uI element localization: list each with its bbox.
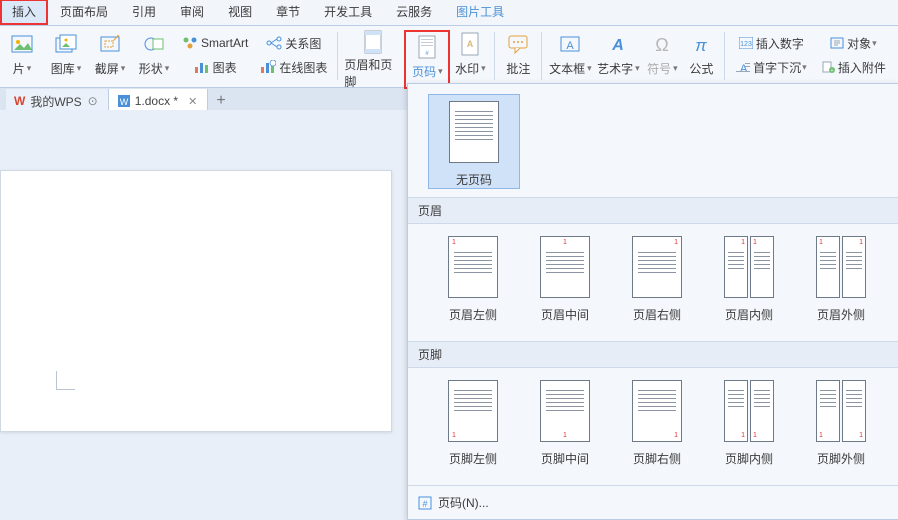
picture-icon [11, 30, 33, 58]
opt-footer-left[interactable]: 1 页脚左侧 [428, 380, 518, 467]
menu-tabs: 插入 页面布局 引用 审阅 视图 章节 开发工具 云服务 图片工具 [0, 0, 898, 26]
separator [541, 32, 542, 80]
opt-footer-outer[interactable]: 1 1 页脚外侧 [796, 380, 886, 467]
section-header-header: 页眉 [408, 197, 898, 224]
tab-cloud[interactable]: 云服务 [384, 0, 444, 25]
tab-devtools[interactable]: 开发工具 [312, 0, 384, 25]
cmd-watermark[interactable]: A 水印▾ [452, 30, 488, 83]
opt-footer-center[interactable]: 1 页脚中间 [520, 380, 610, 467]
opt-footer-right[interactable]: 1 页脚右侧 [612, 380, 702, 467]
object-icon [830, 37, 844, 49]
pagenum-more[interactable]: # 页码(N)... [408, 485, 898, 519]
onlinechart-icon [260, 60, 276, 74]
cmd-headerfooter[interactable]: 页眉和页脚 [344, 30, 402, 83]
cmd-object[interactable]: 对象▾ [826, 34, 881, 52]
wps-logo-icon: W [14, 94, 25, 108]
svg-text:A: A [612, 37, 625, 54]
symbol-icon: Ω [651, 30, 673, 58]
opt-none[interactable]: 无页码 [428, 94, 520, 189]
attach-icon: + [821, 61, 835, 73]
tab-view[interactable]: 视图 [216, 0, 264, 25]
group-smartart-chart: SmartArt 图表 [178, 30, 252, 80]
group-relation-online: 关系图 在线图表 [256, 30, 331, 80]
screenshot-icon [99, 30, 121, 58]
textbox-icon: A [559, 30, 581, 58]
pagenum-icon: # [417, 33, 437, 61]
group-right1: 123插入数字 A首字下沉▾ [731, 30, 811, 80]
relation-icon [266, 36, 282, 50]
tab-insert[interactable]: 插入 [0, 0, 48, 25]
smartart-icon [182, 36, 198, 50]
gallery-icon [55, 30, 77, 58]
group-right2: 对象▾ +插入附件 [815, 30, 891, 80]
opt-header-inner[interactable]: 1 1 页眉内侧 [704, 236, 794, 323]
section-header-footer: 页脚 [408, 341, 898, 368]
pin-icon[interactable]: ⊙ [88, 94, 98, 108]
opt-header-outer[interactable]: 1 1 页眉外侧 [796, 236, 886, 323]
cmd-gallery[interactable]: 图库▾ [46, 30, 86, 83]
svg-text:A: A [467, 39, 474, 49]
tab-section[interactable]: 章节 [264, 0, 312, 25]
cmd-dropcap[interactable]: A首字下沉▾ [732, 58, 811, 76]
cmd-onlinechart[interactable]: 在线图表 [256, 58, 331, 76]
watermark-icon: A [460, 30, 480, 58]
hash-icon: # [418, 496, 432, 510]
cmd-comment[interactable]: 批注 [501, 30, 535, 83]
svg-text:#: # [422, 499, 427, 509]
chart-icon [194, 60, 210, 74]
svg-text:π: π [696, 36, 708, 55]
tab-review[interactable]: 审阅 [168, 0, 216, 25]
highlight-pagenum: # 页码▾ [404, 30, 450, 89]
cmd-relation[interactable]: 关系图 [262, 34, 325, 52]
pagenum-dropdown: 无页码 页眉 1 页眉左侧 1 页眉中间 1 页眉右侧 1 1 页眉内侧 1 1 [407, 83, 898, 520]
cmd-wordart[interactable]: A 艺术字▾ [596, 30, 640, 83]
cmd-formula[interactable]: π 公式 [684, 30, 718, 83]
headerfooter-icon [362, 30, 384, 54]
opt-header-right[interactable]: 1 页眉右侧 [612, 236, 702, 323]
opt-footer-inner[interactable]: 1 1 页脚内侧 [704, 380, 794, 467]
add-tab-button[interactable]: + [208, 92, 233, 110]
cmd-smartart[interactable]: SmartArt [178, 34, 252, 52]
opt-header-center[interactable]: 1 页眉中间 [520, 236, 610, 323]
cmd-textbox[interactable]: A 文本框▾ [548, 30, 592, 83]
separator [494, 32, 495, 80]
svg-text:Ω: Ω [656, 35, 669, 55]
insertnum-icon: 123 [739, 37, 753, 49]
wordart-icon: A [607, 30, 629, 58]
svg-text:123: 123 [740, 41, 752, 48]
comment-icon [507, 30, 529, 58]
word-doc-icon: W [117, 94, 131, 108]
dropcap-icon: A [736, 61, 750, 73]
section-footer-options: 1 页脚左侧 1 页脚中间 1 页脚右侧 1 1 页脚内侧 1 1 页脚外侧 [408, 368, 898, 485]
ribbon: 片▾ 图库▾ 截屏▾ 形状▾ SmartArt 图表 关系图 在线图表 页眉和页… [0, 26, 898, 88]
cmd-shapes[interactable]: 形状▾ [134, 30, 174, 83]
cmd-attach[interactable]: +插入附件 [817, 58, 890, 76]
cmd-pagenum[interactable]: # 页码▾ [409, 33, 445, 86]
section-header-options: 1 页眉左侧 1 页眉中间 1 页眉右侧 1 1 页眉内侧 1 1 页眉外侧 [408, 224, 898, 341]
chevron-down-icon: ▾ [27, 63, 32, 74]
separator [724, 32, 725, 80]
page[interactable] [0, 170, 392, 432]
svg-text:A: A [567, 40, 575, 52]
opt-header-left[interactable]: 1 页眉左侧 [428, 236, 518, 323]
page-margin-marker [56, 371, 75, 390]
shapes-icon [143, 30, 165, 58]
cmd-symbol[interactable]: Ω 符号▾ [644, 30, 680, 83]
svg-text:+: + [830, 68, 833, 73]
close-icon[interactable]: ✕ [188, 95, 197, 108]
cmd-screenshot[interactable]: 截屏▾ [90, 30, 130, 83]
tab-references[interactable]: 引用 [120, 0, 168, 25]
tab-pagelayout[interactable]: 页面布局 [48, 0, 120, 25]
cmd-chart[interactable]: 图表 [190, 58, 241, 76]
separator [337, 32, 338, 80]
cmd-insertnum[interactable]: 123插入数字 [735, 34, 808, 52]
formula-icon: π [690, 30, 712, 58]
cmd-picture[interactable]: 片▾ [2, 30, 42, 83]
tab-picturetools[interactable]: 图片工具 [444, 0, 516, 25]
svg-text:W: W [119, 97, 128, 107]
